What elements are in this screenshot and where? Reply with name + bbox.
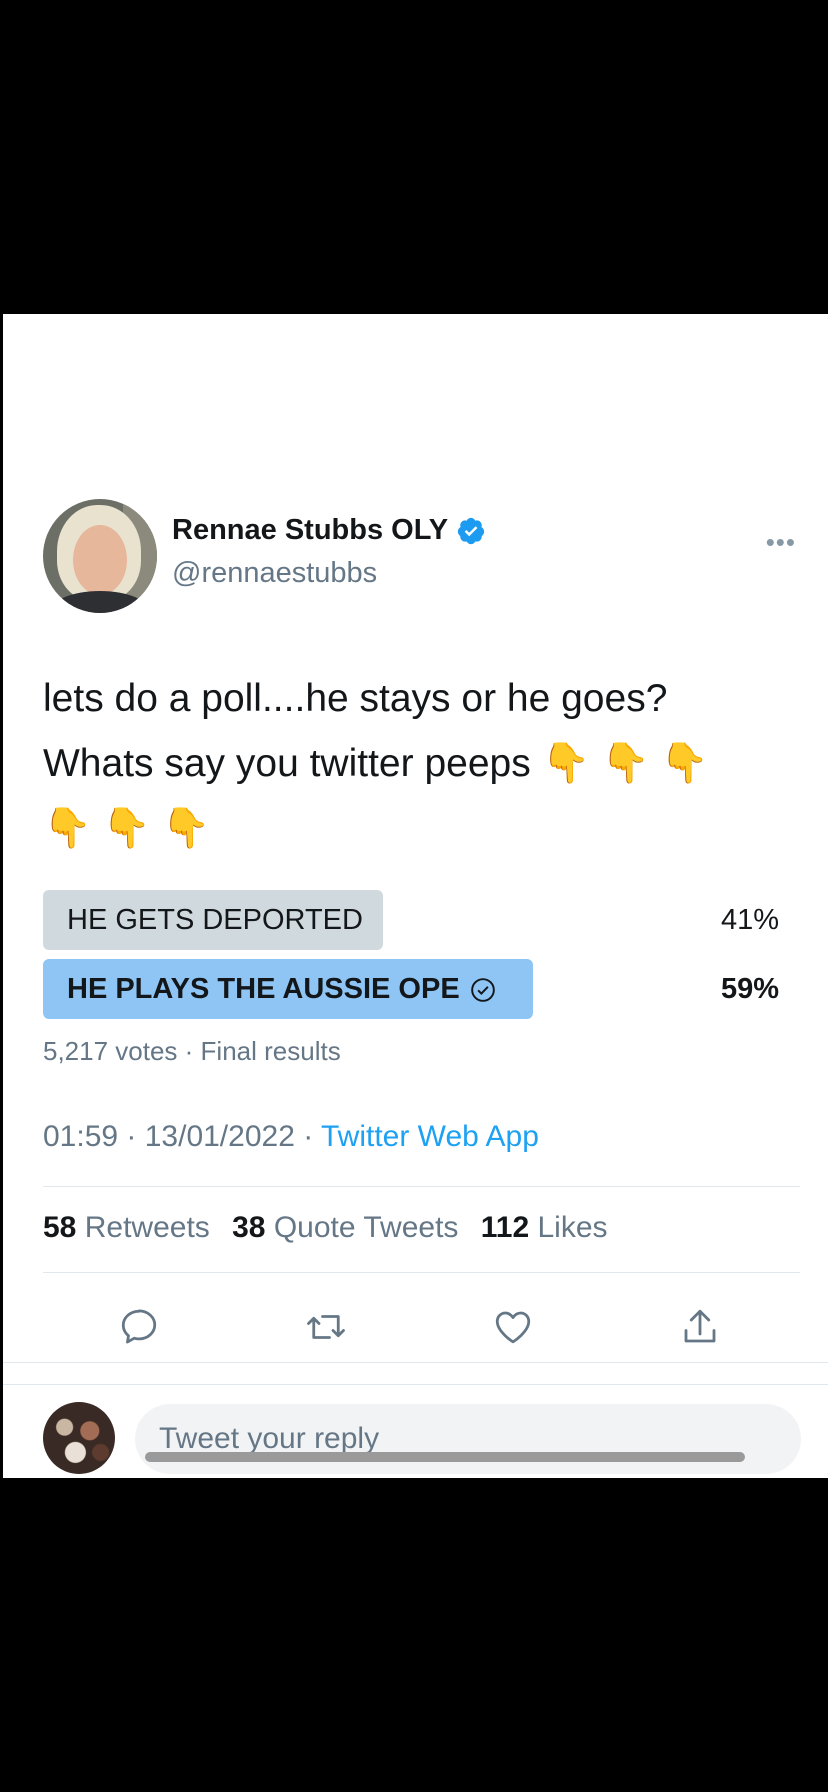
poll-option-label: HE GETS DEPORTED xyxy=(67,904,363,936)
reply-icon[interactable] xyxy=(118,1306,160,1348)
tweet-actions xyxy=(3,1294,828,1354)
tweet-text: lets do a poll....he stays or he goes? W… xyxy=(43,666,803,861)
tweet-card: Rennae Stubbs OLY @rennaestubbs ••• lets… xyxy=(3,314,828,1478)
reply-placeholder: Tweet your reply xyxy=(159,1422,380,1455)
retweets-stat[interactable]: 58 Retweets xyxy=(43,1211,210,1244)
author-name-row[interactable]: Rennae Stubbs OLY xyxy=(172,514,486,547)
tweet-text-line: 👇 👇 👇 xyxy=(43,807,211,850)
poll-option-label: HE PLAYS THE AUSSIE OPE xyxy=(67,973,460,1005)
author-handle[interactable]: @rennaestubbs xyxy=(172,557,377,590)
author-name[interactable]: Rennae Stubbs OLY xyxy=(172,514,448,547)
reply-input[interactable]: Tweet your reply xyxy=(135,1404,801,1474)
poll-option-percent: 41% xyxy=(720,904,779,936)
tweet-text-line: Whats say you twitter peeps 👇 👇 👇 xyxy=(43,742,709,785)
poll-meta: 5,217 votes · Final results xyxy=(43,1036,341,1066)
winner-check-icon xyxy=(470,978,495,1003)
tweet-text-line: lets do a poll....he stays or he goes? xyxy=(43,677,668,720)
poll-option-label-row: HE PLAYS THE AUSSIE OPE xyxy=(67,959,496,1019)
retweet-icon[interactable] xyxy=(305,1306,347,1348)
more-options-icon[interactable]: ••• xyxy=(766,527,796,558)
scrollbar[interactable] xyxy=(145,1452,745,1462)
tweet-timestamp[interactable]: 01:59 · 13/01/2022 · xyxy=(43,1120,321,1153)
author-avatar[interactable] xyxy=(43,499,157,613)
likes-label: Likes xyxy=(537,1211,608,1244)
likes-stat[interactable]: 112 Likes xyxy=(481,1211,608,1244)
quotes-count: 38 xyxy=(232,1211,266,1244)
quotes-stat[interactable]: 38 Quote Tweets xyxy=(232,1211,458,1244)
user-avatar[interactable] xyxy=(43,1402,115,1474)
verified-badge-icon xyxy=(457,517,485,544)
like-icon[interactable] xyxy=(492,1306,534,1348)
divider xyxy=(3,1384,828,1385)
divider xyxy=(3,1362,828,1363)
tweet-timestamp-line: 01:59 · 13/01/2022 · Twitter Web App xyxy=(43,1120,539,1154)
poll-option-winner: HE PLAYS THE AUSSIE OPE 59% xyxy=(43,959,779,1019)
quotes-label: Quote Tweets xyxy=(273,1211,459,1244)
divider xyxy=(43,1272,800,1273)
engagement-stats: 58 Retweets 38 Quote Tweets 112 Likes xyxy=(43,1211,622,1245)
likes-count: 112 xyxy=(480,1211,530,1244)
divider xyxy=(43,1186,800,1187)
retweets-count: 58 xyxy=(43,1211,77,1244)
poll-option: HE GETS DEPORTED 41% xyxy=(43,890,779,950)
poll-option-percent: 59% xyxy=(720,973,779,1005)
retweets-label: Retweets xyxy=(84,1211,210,1244)
share-icon[interactable] xyxy=(679,1306,721,1348)
source-app-link[interactable]: Twitter Web App xyxy=(321,1120,539,1153)
